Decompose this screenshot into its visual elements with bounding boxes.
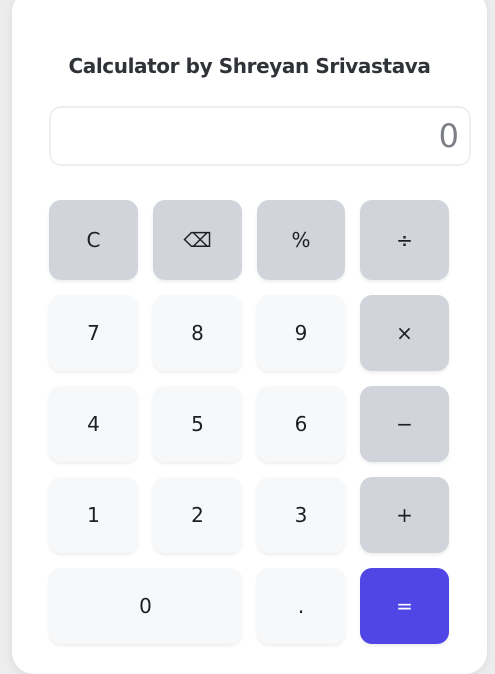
digit-5-button[interactable]: 5 [153,386,242,462]
subtract-button[interactable]: − [360,386,449,462]
add-button[interactable]: + [360,477,449,553]
calculator-display: 0 [49,106,471,166]
calculator-title: Calculator by Shreyan Srivastava [68,54,431,78]
backspace-button[interactable]: ⌫ [153,200,242,280]
digit-4-button[interactable]: 4 [49,386,138,462]
decimal-button[interactable]: . [257,568,345,644]
digit-8-button[interactable]: 8 [153,295,242,371]
digit-6-button[interactable]: 6 [257,386,345,462]
digit-0-button[interactable]: 0 [49,568,242,644]
percent-button[interactable]: % [257,200,345,280]
digit-1-button[interactable]: 1 [49,477,138,553]
digit-9-button[interactable]: 9 [257,295,345,371]
divide-button[interactable]: ÷ [360,200,449,280]
digit-3-button[interactable]: 3 [257,477,345,553]
digit-2-button[interactable]: 2 [153,477,242,553]
clear-button[interactable]: C [49,200,138,280]
digit-7-button[interactable]: 7 [49,295,138,371]
equals-button[interactable]: = [360,568,449,644]
multiply-button[interactable]: × [360,295,449,371]
